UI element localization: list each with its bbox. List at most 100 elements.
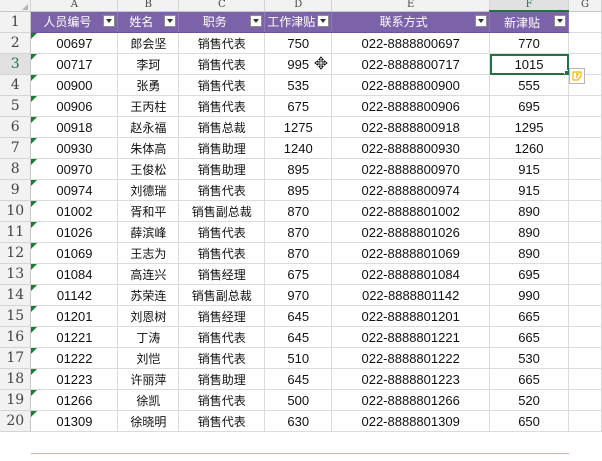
cell-g[interactable] [568, 200, 602, 222]
cell-new-allowance[interactable]: 555 [489, 74, 569, 96]
row-header[interactable]: 9 [0, 179, 32, 201]
row-header[interactable]: 19 [0, 389, 32, 411]
cell-allowance[interactable]: 500 [264, 389, 333, 411]
column-header-b[interactable]: B [117, 0, 180, 12]
cell-title[interactable]: 销售代表 [178, 74, 266, 96]
cell-name[interactable]: 徐晓明 [117, 410, 180, 432]
cell-allowance[interactable]: 870 [264, 221, 333, 243]
filter-dropdown-icon[interactable] [317, 14, 330, 27]
cell-new-allowance[interactable]: 1295 [489, 116, 569, 138]
cell-allowance[interactable]: 645 [264, 305, 333, 327]
cell-allowance[interactable]: 675 [264, 95, 333, 117]
cell-g[interactable] [568, 410, 602, 432]
cell-contact[interactable]: 022-8888800974 [331, 179, 491, 201]
cell-allowance[interactable]: 895 [264, 179, 333, 201]
cell-title[interactable]: 销售经理 [178, 305, 266, 327]
row-header[interactable]: 4 [0, 74, 32, 96]
cell-g[interactable] [568, 305, 602, 327]
cell-new-allowance[interactable]: 990 [489, 284, 569, 306]
cell-new-allowance[interactable]: 695 [489, 263, 569, 285]
cell-contact[interactable]: 022-8888801266 [331, 389, 491, 411]
cell-id[interactable]: 01309 [30, 410, 119, 432]
cell-g[interactable] [568, 137, 602, 159]
cell-allowance[interactable]: 510 [264, 347, 333, 369]
filter-dropdown-icon[interactable] [475, 14, 488, 27]
cell-contact[interactable]: 022-8888801309 [331, 410, 491, 432]
cell-id[interactable]: 00717 [30, 53, 119, 75]
cell-allowance[interactable]: 1275 [264, 116, 333, 138]
cell-g[interactable] [568, 158, 602, 180]
cell-name[interactable]: 赵永福 [117, 116, 180, 138]
cell-g[interactable] [568, 11, 602, 33]
row-header[interactable]: 15 [0, 305, 32, 327]
cell-g[interactable] [568, 326, 602, 348]
column-header-d[interactable]: D [264, 0, 333, 12]
cell-new-allowance[interactable]: 915 [489, 158, 569, 180]
cell-title[interactable]: 销售代表 [178, 347, 266, 369]
cell-name[interactable]: 苏荣连 [117, 284, 180, 306]
cell-title[interactable]: 销售经理 [178, 263, 266, 285]
worksheet-grid[interactable]: A B C D E F G 1 人员编号 姓名 职务 工作津贴 联系方式 新津贴… [0, 0, 602, 432]
row-header[interactable]: 13 [0, 263, 32, 285]
cell-allowance[interactable]: 645 [264, 368, 333, 390]
cell-name[interactable]: 郎会坚 [117, 32, 180, 54]
cell-name[interactable]: 王俊松 [117, 158, 180, 180]
cell-name[interactable]: 王丙柱 [117, 95, 180, 117]
cell-title[interactable]: 销售代表 [178, 179, 266, 201]
cell-id[interactable]: 01222 [30, 347, 119, 369]
cell-contact[interactable]: 022-8888801026 [331, 221, 491, 243]
spreadsheet[interactable]: A B C D E F G 1 人员编号 姓名 职务 工作津贴 联系方式 新津贴… [0, 0, 602, 461]
cell-contact[interactable]: 022-8888801002 [331, 200, 491, 222]
cell-g[interactable] [568, 389, 602, 411]
cell-id[interactable]: 01069 [30, 242, 119, 264]
cell-id[interactable]: 01221 [30, 326, 119, 348]
cell-name[interactable]: 朱体高 [117, 137, 180, 159]
cell-g[interactable] [568, 32, 602, 54]
header-cell-id[interactable]: 人员编号 [30, 11, 119, 33]
row-header[interactable]: 11 [0, 221, 32, 243]
cell-contact[interactable]: 022-8888800918 [331, 116, 491, 138]
cell-new-allowance[interactable]: 650 [489, 410, 569, 432]
cell-title[interactable]: 销售代表 [178, 32, 266, 54]
cell-contact[interactable]: 022-8888800697 [331, 32, 491, 54]
header-cell-name[interactable]: 姓名 [117, 11, 180, 33]
cell-contact[interactable]: 022-8888801069 [331, 242, 491, 264]
cell-name[interactable]: 高连兴 [117, 263, 180, 285]
cell-title[interactable]: 销售总裁 [178, 116, 266, 138]
cell-g[interactable] [568, 242, 602, 264]
column-header-g[interactable]: G [568, 0, 602, 12]
cell-allowance[interactable]: 995 [264, 53, 333, 75]
cell-title[interactable]: 销售代表 [178, 53, 266, 75]
cell-g[interactable] [568, 347, 602, 369]
cell-new-allowance[interactable]: 530 [489, 347, 569, 369]
cell-id[interactable]: 01142 [30, 284, 119, 306]
cell-name[interactable]: 李珂 [117, 53, 180, 75]
cell-new-allowance[interactable]: 665 [489, 326, 569, 348]
cell-contact[interactable]: 022-8888801223 [331, 368, 491, 390]
cell-id[interactable]: 00974 [30, 179, 119, 201]
cell-allowance[interactable]: 675 [264, 263, 333, 285]
filter-dropdown-icon[interactable] [103, 14, 116, 27]
cell-g[interactable] [568, 263, 602, 285]
cell-name[interactable]: 许丽萍 [117, 368, 180, 390]
cell-contact[interactable]: 022-8888800930 [331, 137, 491, 159]
cell-g[interactable] [568, 221, 602, 243]
cell-new-allowance[interactable]: 890 [489, 221, 569, 243]
cell-name[interactable]: 刘恺 [117, 347, 180, 369]
cell-id[interactable]: 01084 [30, 263, 119, 285]
cell-title[interactable]: 销售助理 [178, 158, 266, 180]
header-cell-allowance[interactable]: 工作津贴 [264, 11, 333, 33]
cell-contact[interactable]: 022-8888800970 [331, 158, 491, 180]
cell-name[interactable]: 刘德瑞 [117, 179, 180, 201]
cell-contact[interactable]: 022-8888800717 [331, 53, 491, 75]
row-header[interactable]: 10 [0, 200, 32, 222]
cell-g[interactable] [568, 179, 602, 201]
cell-id[interactable]: 00906 [30, 95, 119, 117]
cell-new-allowance[interactable]: 770 [489, 32, 569, 54]
cell-new-allowance[interactable]: 1260 [489, 137, 569, 159]
cell-contact[interactable]: 022-8888801142 [331, 284, 491, 306]
cell-name[interactable]: 丁涛 [117, 326, 180, 348]
cell-id[interactable]: 00918 [30, 116, 119, 138]
cell-allowance[interactable]: 535 [264, 74, 333, 96]
filter-dropdown-icon[interactable] [164, 14, 177, 27]
